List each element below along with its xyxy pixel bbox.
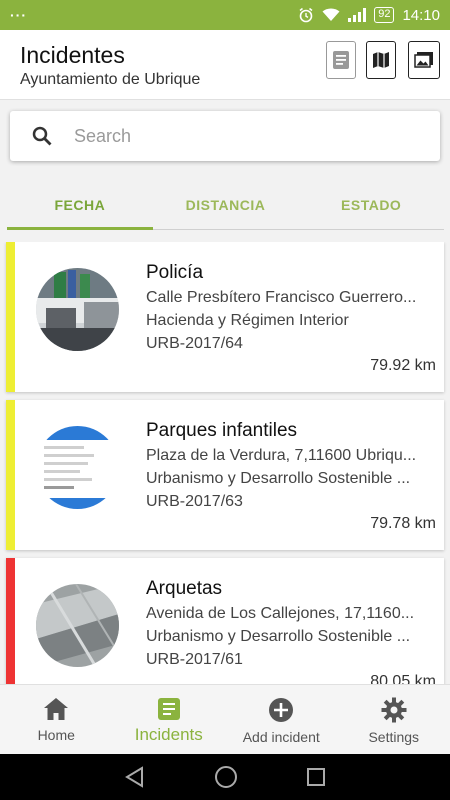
nav-incidents-label: Incidents [134,725,203,744]
incident-distance: 80.05 km [370,673,436,684]
incidents-icon [157,698,180,720]
map-icon [373,52,389,68]
incident-address: Avenida de Los Callejones, 17,1160... [146,605,415,622]
home-circle-icon[interactable] [214,765,238,789]
incident-card[interactable]: Arquetas Avenida de Los Callejones, 17,1… [6,558,444,684]
bottom-navigation: Home Incidents Add incident Settings [0,684,450,754]
add-circle-icon [269,698,294,722]
tab-estado[interactable]: ESTADO [298,186,445,230]
incident-distance: 79.78 km [370,515,436,532]
alarm-icon [299,7,313,23]
incident-department: Urbanismo y Desarrollo Sostenible ... [146,470,411,487]
list-view-icon [333,51,349,69]
home-icon [44,698,69,720]
status-stripe [6,558,15,684]
battery-indicator: 92 [374,7,395,23]
status-bar: ··· 92 14:10 [0,0,450,30]
incident-address: Calle Presbítero Francisco Guerrero... [146,289,417,306]
page-title: Incidentes [20,42,125,68]
nav-home[interactable]: Home [0,685,113,754]
recents-icon[interactable] [306,767,326,787]
incident-distance: 79.92 km [370,357,436,374]
incident-code: URB-2017/61 [146,651,243,668]
page-subtitle: Ayuntamiento de Ubrique [20,71,201,88]
status-stripe [6,400,15,550]
gallery-icon [414,52,433,68]
incident-card[interactable]: Parques infantiles Plaza de la Verdura, … [6,400,444,550]
nav-incidents[interactable]: Incidents [113,685,226,754]
incident-title: Parques infantiles [146,420,298,441]
signal-icon [348,8,367,22]
search-icon [32,126,52,146]
incident-department: Urbanismo y Desarrollo Sostenible ... [146,628,411,645]
incident-card[interactable]: Policía Calle Presbítero Francisco Guerr… [6,242,444,392]
map-view-button[interactable] [366,41,396,79]
nav-add-incident[interactable]: Add incident [225,685,338,754]
incident-address: Plaza de la Verdura, 7,11600 Ubriqu... [146,447,417,464]
incident-title: Policía [146,262,204,283]
incident-photo [36,584,119,667]
gallery-view-button[interactable] [408,41,440,79]
search-input[interactable] [74,125,440,147]
nav-settings[interactable]: Settings [338,685,450,754]
list-view-button[interactable] [326,41,356,79]
app-header: Incidentes Ayuntamiento de Ubrique [0,30,450,100]
search-bar[interactable] [10,111,440,161]
tab-distancia[interactable]: DISTANCIA [152,186,299,230]
wifi-icon [322,8,340,21]
incident-photo [36,426,119,509]
status-icons: 92 14:10 [298,7,440,24]
tab-fecha[interactable]: FECHA [7,186,153,230]
settings-icon [381,697,407,723]
sort-tabs: FECHA DISTANCIA ESTADO [7,186,445,230]
incident-department: Hacienda y Régimen Interior [146,312,349,329]
incident-list: Policía Calle Presbítero Francisco Guerr… [0,242,450,684]
back-icon[interactable] [124,766,146,788]
incident-photo [36,268,119,351]
system-navigation-bar [0,754,450,800]
notification-dots: ··· [10,7,27,23]
incident-code: URB-2017/63 [146,493,243,510]
nav-add-incident-label: Add incident [242,729,320,745]
clock: 14:10 [402,6,440,24]
status-stripe [6,242,15,392]
nav-settings-label: Settings [368,729,420,745]
incident-code: URB-2017/64 [146,335,243,352]
incident-title: Arquetas [146,578,223,599]
nav-home-label: Home [37,727,75,743]
